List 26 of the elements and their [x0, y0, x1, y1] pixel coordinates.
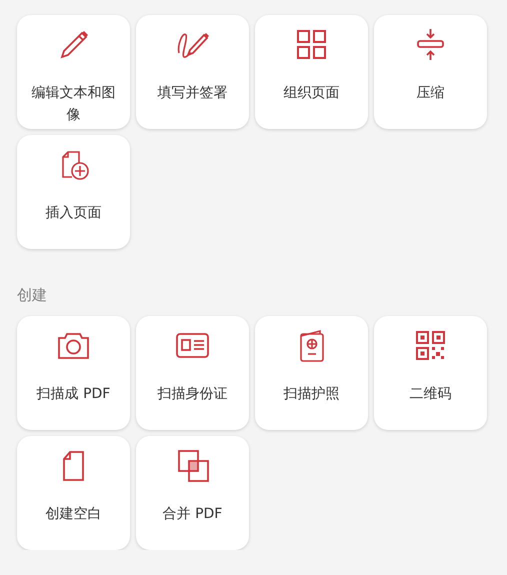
tool-card[interactable]: 扫描成 PDF — [17, 316, 130, 430]
tool-label: 填写并签署 — [158, 84, 228, 103]
tool-label: 编辑文本和图像 — [30, 84, 116, 125]
merge-icon — [175, 448, 210, 483]
tool-label: 二维码 — [410, 385, 452, 404]
section-title: 创建 — [17, 285, 48, 305]
tool-label: 合并 PDF — [162, 505, 222, 524]
tool-card[interactable]: 扫描身份证 — [136, 316, 249, 430]
qr-code-icon — [413, 328, 448, 363]
tool-card[interactable]: 合并 PDF — [136, 436, 249, 550]
grid-icon — [294, 27, 329, 62]
tool-card[interactable]: 二维码 — [374, 316, 487, 430]
tool-card[interactable]: 压缩 — [374, 15, 487, 129]
tool-label: 扫描成 PDF — [36, 385, 110, 404]
tool-card[interactable]: 组织页面 — [255, 15, 368, 129]
tool-card[interactable]: 插入页面 — [17, 135, 130, 249]
tool-card[interactable]: 编辑文本和图像 — [17, 15, 130, 129]
tool-label: 创建空白 — [46, 505, 102, 524]
tool-label: 扫描身份证 — [158, 385, 228, 404]
tool-label: 压缩 — [416, 84, 444, 103]
tool-label: 组织页面 — [284, 84, 340, 103]
tool-label: 扫描护照 — [284, 385, 340, 404]
tool-label: 插入页面 — [46, 204, 102, 223]
tool-card[interactable]: 填写并签署 — [136, 15, 249, 129]
tool-card[interactable]: 扫描护照 — [255, 316, 368, 430]
tool-card[interactable]: 创建空白 — [17, 436, 130, 550]
